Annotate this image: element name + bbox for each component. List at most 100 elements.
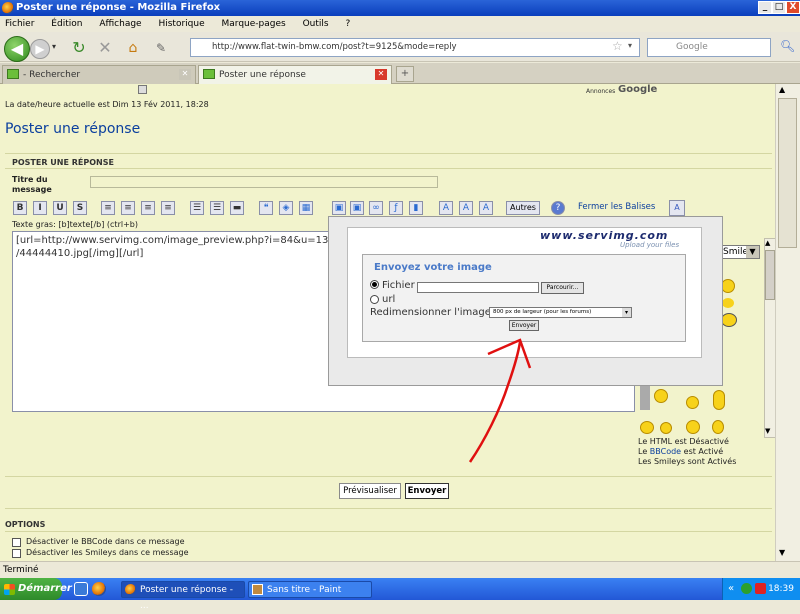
code-icon[interactable]: ◈ bbox=[279, 201, 293, 215]
quicklaunch-firefox-icon[interactable] bbox=[92, 582, 106, 596]
flash-icon[interactable]: ƒ bbox=[389, 201, 403, 215]
ads-label[interactable]: Annonces bbox=[586, 88, 615, 95]
others-button[interactable]: Autres bbox=[506, 201, 540, 215]
align-center-icon[interactable]: ≡ bbox=[121, 201, 135, 215]
underline-icon[interactable]: U bbox=[53, 201, 67, 215]
list-number-icon[interactable]: ☰ bbox=[210, 201, 224, 215]
font-size-icon[interactable]: A bbox=[479, 201, 493, 215]
reload-icon[interactable]: ↻ bbox=[68, 37, 90, 59]
search-magnifier-icon[interactable]: 🔍︎ bbox=[780, 39, 795, 53]
close-window-button[interactable]: X bbox=[786, 1, 800, 14]
option1-label: Désactiver le BBCode dans ce message bbox=[26, 537, 185, 546]
smiley-icon[interactable] bbox=[713, 390, 725, 410]
font-size-icon[interactable]: A bbox=[669, 200, 685, 216]
strike-icon[interactable]: S bbox=[73, 201, 87, 215]
select-arrow-icon[interactable]: ▾ bbox=[622, 308, 631, 317]
menu-view[interactable]: Affichage bbox=[99, 16, 141, 32]
menu-help[interactable]: ? bbox=[345, 16, 350, 32]
justify-icon[interactable]: ≡ bbox=[161, 201, 175, 215]
smiley-icon[interactable] bbox=[640, 421, 654, 434]
minimize-button[interactable]: _ bbox=[758, 1, 772, 14]
smiley-icon[interactable] bbox=[654, 389, 668, 403]
home-icon[interactable]: ⌂ bbox=[122, 37, 144, 59]
smiley-icon[interactable] bbox=[686, 420, 700, 434]
select-arrow-icon[interactable]: ▼ bbox=[746, 246, 759, 258]
bookmark-star-icon[interactable]: ☆ bbox=[612, 39, 623, 53]
file-path-input[interactable] bbox=[417, 282, 539, 293]
link-icon[interactable]: ✎ bbox=[150, 37, 172, 59]
bold-icon[interactable]: B bbox=[13, 201, 27, 215]
bbcode-link[interactable]: BBCode bbox=[650, 447, 681, 456]
youtube-icon[interactable]: ▮ bbox=[409, 201, 423, 215]
forward-button[interactable]: ▶ bbox=[30, 39, 50, 59]
task-paint[interactable]: Sans titre - Paint bbox=[248, 581, 372, 598]
help-button[interactable]: ? bbox=[551, 201, 565, 215]
smiley-icon[interactable] bbox=[721, 279, 735, 293]
preview-button[interactable]: Prévisualiser bbox=[339, 483, 401, 499]
font-face-icon[interactable]: A bbox=[459, 201, 473, 215]
subject-input[interactable] bbox=[90, 176, 438, 188]
tab-close-icon[interactable]: ✕ bbox=[375, 69, 387, 80]
firefox-icon bbox=[125, 584, 136, 595]
smiley-icon[interactable] bbox=[721, 313, 737, 327]
font-color-icon[interactable]: A bbox=[439, 201, 453, 215]
option1-checkbox[interactable] bbox=[12, 538, 21, 547]
resize-select[interactable]: 800 px de largeur (pour les forums) bbox=[489, 307, 632, 318]
stop-icon[interactable]: ✕ bbox=[94, 37, 116, 59]
send-button[interactable]: Envoyer bbox=[405, 483, 449, 499]
smiley-icon[interactable] bbox=[660, 422, 672, 434]
menu-history[interactable]: Historique bbox=[158, 16, 204, 32]
smileys-scrollbar-thumb[interactable] bbox=[765, 250, 775, 300]
menu-bookmarks[interactable]: Marque-pages bbox=[222, 16, 286, 32]
menu-tools[interactable]: Outils bbox=[303, 16, 329, 32]
new-tab-button[interactable]: + bbox=[396, 66, 414, 82]
tab-close-icon[interactable]: ✕ bbox=[179, 69, 191, 80]
smiley-icon[interactable] bbox=[640, 386, 650, 410]
upload-image-icon[interactable]: ▣ bbox=[350, 201, 364, 215]
ads-google-logo[interactable]: Google bbox=[618, 84, 657, 95]
link-icon[interactable]: ∞ bbox=[369, 201, 383, 215]
page-scrollbar-thumb[interactable] bbox=[778, 98, 797, 248]
scroll-down-icon[interactable]: ▼ bbox=[779, 548, 785, 557]
address-bar[interactable]: http://www.flat-twin-bmw.com/post?t=9125… bbox=[190, 38, 640, 57]
quote-icon[interactable]: ❝ bbox=[259, 201, 273, 215]
browse-button[interactable]: Parcourir... bbox=[541, 282, 584, 294]
tray-chevron[interactable]: « bbox=[728, 578, 734, 600]
table-icon[interactable]: ▦ bbox=[299, 201, 313, 215]
radio-file[interactable] bbox=[370, 280, 379, 289]
smiley-icon[interactable] bbox=[686, 396, 699, 409]
close-tags-link[interactable]: Fermer les Balises bbox=[578, 202, 655, 212]
search-input[interactable]: Google bbox=[647, 38, 771, 57]
clock[interactable]: 18:39 bbox=[768, 584, 794, 594]
image-icon[interactable]: ▣ bbox=[332, 201, 346, 215]
scroll-up-icon[interactable]: ▲ bbox=[779, 85, 785, 94]
scroll-down-icon[interactable]: ▼ bbox=[765, 427, 770, 435]
menu-edit[interactable]: Édition bbox=[51, 16, 82, 32]
list-bullet-icon[interactable]: ☰ bbox=[190, 201, 204, 215]
option2-checkbox[interactable] bbox=[12, 549, 21, 558]
hr-icon[interactable]: ▬ bbox=[230, 201, 244, 215]
italic-icon[interactable]: I bbox=[33, 201, 47, 215]
smiley-icon[interactable] bbox=[722, 298, 734, 308]
menu-file[interactable]: Fichier bbox=[5, 16, 34, 32]
radio-url[interactable] bbox=[370, 295, 379, 304]
history-dropdown-icon[interactable]: ▾ bbox=[52, 42, 56, 51]
tab-rechercher[interactable]: - Rechercher ✕ bbox=[2, 65, 196, 84]
tray-network-icon[interactable] bbox=[741, 583, 752, 594]
scroll-up-icon[interactable]: ▲ bbox=[765, 239, 770, 247]
align-left-icon[interactable]: ≡ bbox=[101, 201, 115, 215]
task-firefox[interactable]: Poster une réponse - ... bbox=[121, 581, 245, 611]
divider bbox=[5, 476, 772, 477]
page-title[interactable]: Poster une réponse bbox=[5, 121, 140, 137]
arrow-shaft bbox=[468, 341, 522, 463]
divider bbox=[5, 168, 772, 169]
align-right-icon[interactable]: ≡ bbox=[141, 201, 155, 215]
tab-label: Poster une réponse bbox=[219, 70, 306, 80]
back-button[interactable]: ◀ bbox=[4, 36, 30, 62]
smiley-icon[interactable] bbox=[712, 420, 724, 434]
tray-security-icon[interactable] bbox=[755, 583, 766, 594]
maximize-button[interactable]: □ bbox=[772, 1, 786, 14]
tab-poster-reponse[interactable]: Poster une réponse ✕ bbox=[198, 65, 392, 84]
url-dropdown-icon[interactable]: ▾ bbox=[628, 41, 632, 50]
quicklaunch-ie-icon[interactable] bbox=[74, 582, 88, 596]
